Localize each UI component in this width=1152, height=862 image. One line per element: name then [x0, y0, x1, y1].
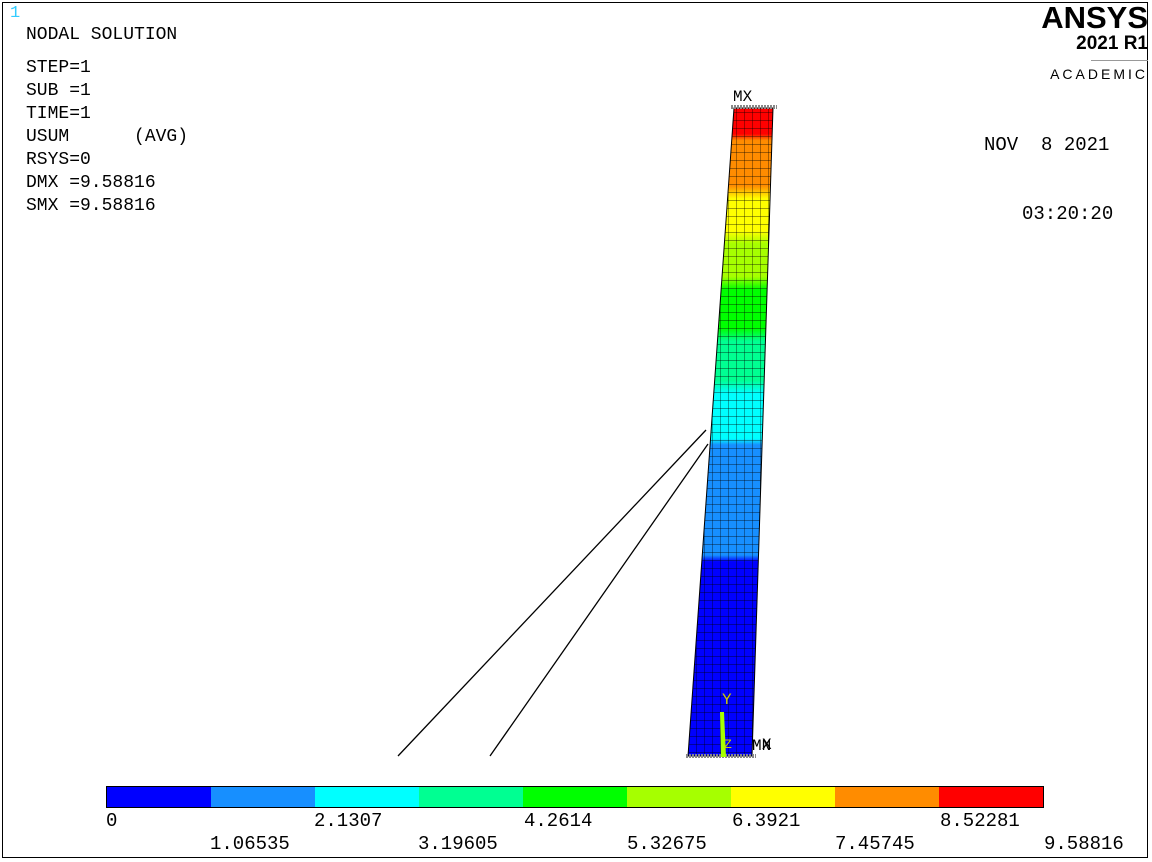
model-view: Y Z X MX MN — [397, 88, 777, 758]
legend-band-2 — [211, 787, 315, 807]
legend-label-4: 4.2614 — [524, 810, 593, 832]
max-marker: MX — [733, 88, 753, 106]
legend-band-5 — [523, 787, 627, 807]
legend-label-1: 1.06535 — [210, 833, 290, 855]
legend-band-4 — [419, 787, 523, 807]
axis-y-label: Y — [722, 691, 732, 709]
mesh-column — [687, 107, 774, 757]
contour-legend-bar — [106, 786, 1044, 808]
legend-label-5: 5.32675 — [627, 833, 707, 855]
legend-label-3: 3.19605 — [418, 833, 498, 855]
legend-label-9: 9.58816 — [1044, 833, 1124, 855]
legend-label-0: 0 — [106, 810, 118, 832]
axis-z-label: Z — [724, 737, 732, 752]
legend-band-9 — [939, 787, 1043, 807]
legend-band-8 — [835, 787, 939, 807]
legend-band-6 — [627, 787, 731, 807]
legend-band-7 — [731, 787, 835, 807]
min-marker: MN — [752, 737, 771, 755]
legend-label-2: 2.1307 — [314, 810, 383, 832]
legend-label-6: 6.3921 — [732, 810, 801, 832]
legend-band-3 — [315, 787, 419, 807]
legend-label-8: 8.52281 — [940, 810, 1020, 832]
support-lines — [397, 429, 709, 757]
legend-label-7: 7.45745 — [835, 833, 915, 855]
legend-band-1 — [107, 787, 211, 807]
